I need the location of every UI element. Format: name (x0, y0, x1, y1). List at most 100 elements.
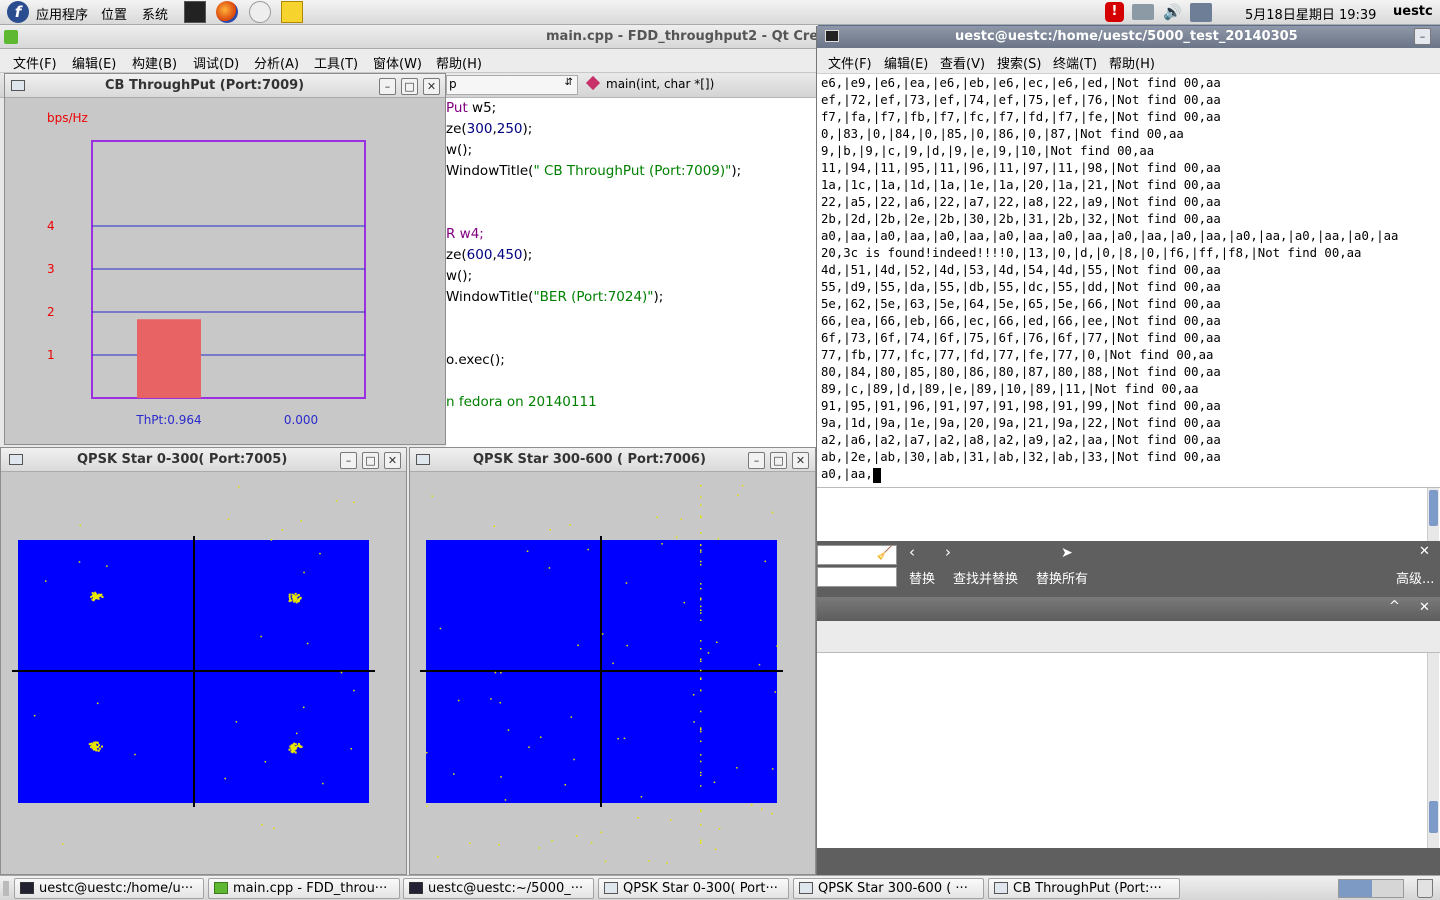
maximize-button[interactable]: □ (401, 78, 418, 95)
taskbar-item-terminal-5000[interactable]: uestc@uestc:~/5000_··· (403, 878, 594, 899)
qt-menu-tools[interactable]: 工具(T) (314, 53, 358, 72)
minimize-button[interactable]: – (748, 452, 765, 469)
terminal-line: 80,|84,|80,|85,|80,|86,|80,|87,|80,|88,|… (821, 365, 1221, 379)
term-menu-view[interactable]: 查看(V) (940, 53, 985, 72)
function-combo[interactable]: main(int, char *[]) (585, 75, 818, 95)
constellation-point (776, 645, 778, 647)
find-next-icon[interactable]: › (945, 543, 951, 561)
qpsk-star-300-600-window: QPSK Star 300-600 ( Port:7006) – □ ✕ (409, 447, 816, 875)
volume-icon[interactable]: 🔊 (1163, 3, 1183, 21)
replace-button[interactable]: 替换 (909, 568, 935, 587)
alert-icon[interactable]: ! (1105, 2, 1124, 22)
show-desktop-icon[interactable] (3, 881, 9, 896)
terminal-line: 55,|d9,|55,|da,|55,|db,|55,|dc,|55,|dd,|… (821, 280, 1221, 294)
constellation-point (700, 516, 702, 519)
advanced-button[interactable]: 高级... (1396, 568, 1434, 587)
trash-icon[interactable] (1417, 879, 1433, 898)
window-menu-icon[interactable] (9, 454, 23, 465)
close-pane-icon[interactable]: ✕ (1419, 600, 1430, 615)
constellation-point (293, 594, 296, 597)
lower-text-pane[interactable] (817, 652, 1440, 849)
terminal-output[interactable]: e6,|e9,|e6,|ea,|e6,|eb,|e6,|ec,|e6,|ed,|… (817, 74, 1440, 487)
mail-launcher-icon[interactable] (249, 1, 271, 23)
scrollbar[interactable] (1427, 653, 1439, 849)
fedora-logo-icon[interactable]: f (7, 1, 29, 23)
constellation-point (270, 539, 273, 541)
scrollbar-thumb[interactable] (1429, 490, 1438, 526)
term-menu-terminal[interactable]: 终端(T) (1053, 53, 1097, 72)
constellation-point (538, 847, 541, 849)
network-icon[interactable] (1132, 4, 1154, 20)
taskbar-item-qt-creator[interactable]: main.cpp - FDD_throu··· (208, 878, 400, 899)
constellation-point (426, 751, 428, 754)
scrollbar-thumb[interactable] (1429, 801, 1438, 833)
collapse-up-icon[interactable]: ^ (1389, 599, 1400, 614)
taskbar-item-qpsk-300-600[interactable]: QPSK Star 300-600 ( ··· (793, 878, 984, 899)
menu-applications[interactable]: 应用程序 (36, 4, 88, 23)
find-input[interactable]: 🧹 (817, 545, 897, 565)
constellation-point (100, 745, 103, 748)
menu-places[interactable]: 位置 (101, 4, 127, 23)
code-line: o.exec(); (446, 352, 505, 368)
close-button[interactable]: ✕ (792, 452, 809, 469)
qt-menu-file[interactable]: 文件(F) (13, 53, 57, 72)
maximize-button[interactable]: □ (362, 452, 379, 469)
constellation-point (661, 543, 663, 545)
constellation-point (45, 580, 47, 582)
find-and-replace-button[interactable]: 查找并替换 (953, 568, 1018, 587)
qpsk-star-0-300-window: QPSK Star 0-300( Port:7005) – □ ✕ (0, 447, 407, 875)
workspace-switcher[interactable] (1338, 879, 1404, 898)
minimize-button[interactable]: – (379, 78, 396, 95)
terminal-line: 9a,|1d,|9a,|1e,|9a,|20,|9a,|21,|9a,|22,|… (821, 416, 1221, 430)
code-editor[interactable]: Put w5; ze(300,250); w(); WindowTitle(" … (446, 98, 818, 448)
star1-titlebar[interactable]: QPSK Star 0-300( Port:7005) – □ ✕ (1, 448, 406, 472)
minimize-button[interactable]: – (340, 452, 357, 469)
close-find-icon[interactable]: ✕ (1419, 544, 1430, 559)
clock[interactable]: 5月18日星期日 19:39 (1245, 4, 1376, 23)
taskbar-item-terminal-home[interactable]: uestc@uestc:/home/u··· (14, 878, 204, 899)
text-pane[interactable] (817, 487, 1440, 542)
notes-launcher-icon[interactable] (281, 1, 303, 23)
taskbar-item-label: QPSK Star 0-300( Port··· (623, 881, 778, 896)
clear-broom-icon[interactable]: 🧹 (877, 546, 893, 561)
constellation-point (490, 698, 492, 700)
replace-input[interactable] (817, 567, 897, 587)
find-previous-icon[interactable]: ‹ (909, 543, 915, 561)
cb-titlebar[interactable]: CB ThroughPut (Port:7009) – □ ✕ (5, 74, 445, 98)
user-name[interactable]: uestc (1393, 4, 1433, 19)
file-combo[interactable]: p ⇵ (446, 75, 578, 95)
close-button[interactable]: ✕ (423, 78, 440, 95)
constellation-point (98, 747, 101, 750)
maximize-button[interactable]: □ (770, 452, 787, 469)
term-menu-edit[interactable]: 编辑(E) (884, 53, 928, 72)
term-menu-file[interactable]: 文件(F) (828, 53, 872, 72)
workspace-1[interactable] (1339, 880, 1372, 897)
window-menu-icon[interactable] (11, 80, 25, 91)
qt-menu-debug[interactable]: 调试(D) (193, 53, 239, 72)
qt-titlebar[interactable]: main.cpp - FDD_throughput2 - Qt Cre (0, 25, 818, 49)
qt-menu-analyze[interactable]: 分析(A) (254, 53, 299, 72)
scrollbar[interactable] (1427, 488, 1439, 542)
qt-menu-edit[interactable]: 编辑(E) (72, 53, 116, 72)
qt-menu-window[interactable]: 窗体(W) (373, 53, 422, 72)
taskbar-item-qpsk-0-300[interactable]: QPSK Star 0-300( Port··· (598, 878, 789, 899)
star2-titlebar[interactable]: QPSK Star 300-600 ( Port:7006) – □ ✕ (410, 448, 815, 472)
terminal-launcher-icon[interactable] (184, 1, 206, 23)
firefox-launcher-icon[interactable] (216, 1, 238, 23)
constellation-point (700, 504, 702, 506)
constellation-point (700, 609, 702, 611)
network-disconnected-icon[interactable] (1190, 3, 1212, 22)
window-menu-icon[interactable] (416, 454, 430, 465)
terminal-titlebar[interactable]: uestc@uestc:/home/uestc/5000_test_201403… (817, 26, 1440, 48)
term-menu-help[interactable]: 帮助(H) (1109, 53, 1155, 72)
menu-system[interactable]: 系统 (142, 4, 168, 23)
qt-menu-build[interactable]: 构建(B) (132, 53, 177, 72)
term-menu-search[interactable]: 搜索(S) (997, 53, 1041, 72)
close-button[interactable]: ✕ (384, 452, 401, 469)
constellation-point (700, 774, 702, 777)
taskbar-item-cb-throughput[interactable]: CB ThroughPut (Port:··· (988, 878, 1180, 899)
minimize-button[interactable]: – (1414, 28, 1431, 45)
code-line: ze(300,250); (446, 121, 533, 137)
replace-all-button[interactable]: 替换所有 (1036, 568, 1088, 587)
qt-menu-help[interactable]: 帮助(H) (436, 53, 482, 72)
